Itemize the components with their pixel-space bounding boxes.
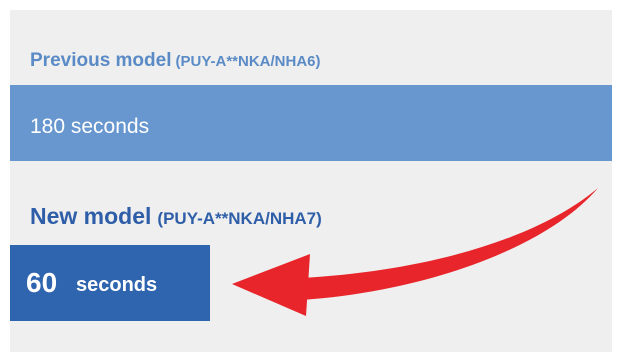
comparison-panel: Previous model (PUY-A**NKA/NHA6) 180 seco… — [10, 10, 612, 352]
curved-arrow-icon — [232, 188, 598, 316]
arrow-head — [232, 254, 310, 316]
arrow-body — [302, 188, 598, 300]
